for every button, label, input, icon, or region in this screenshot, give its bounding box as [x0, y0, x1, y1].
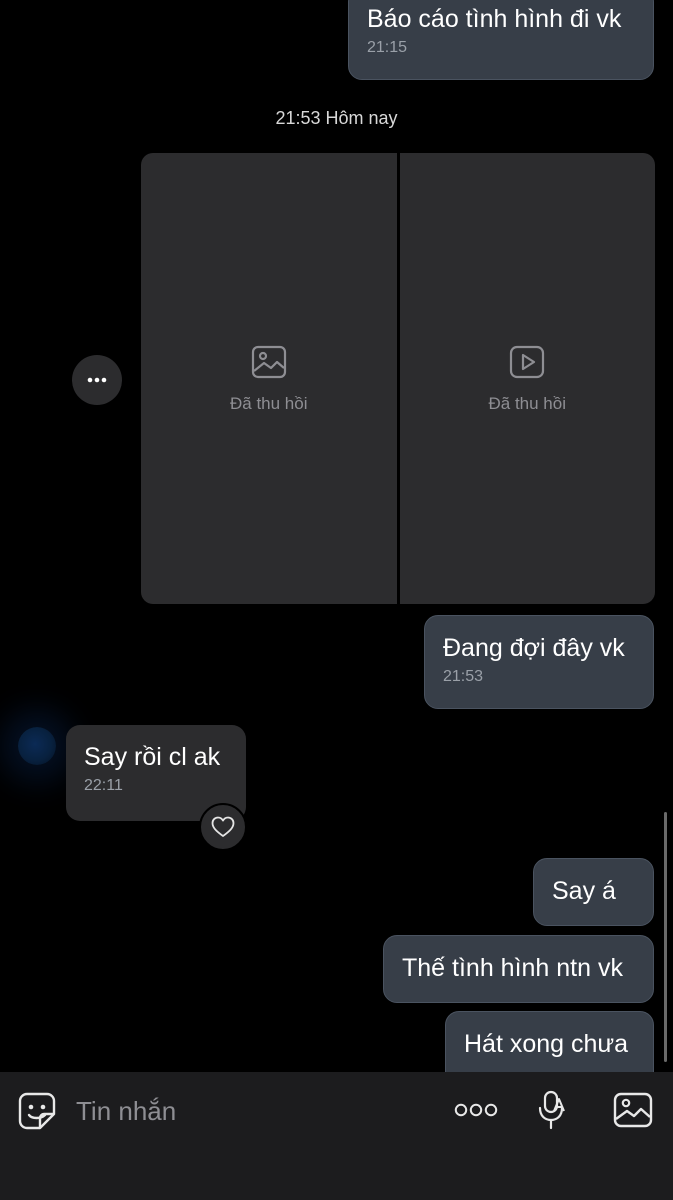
message-text: Đang đợi đây vk [443, 634, 625, 662]
sticker-icon [18, 1092, 56, 1130]
gallery-icon [613, 1092, 653, 1128]
sticker-button[interactable] [17, 1091, 57, 1131]
ellipsis-icon [87, 377, 107, 383]
message-bubble-outgoing[interactable]: Báo cáo tình hình đi vk 21:15 [348, 0, 654, 80]
image-icon [251, 345, 286, 378]
voice-mic-icon [538, 1090, 565, 1130]
message-time: 21:15 [367, 39, 408, 56]
recalled-label: Đã thu hồi [230, 393, 308, 413]
message-bubble-outgoing[interactable]: Say á [533, 858, 654, 926]
message-bubble-outgoing[interactable]: Thế tình hình ntn vk [383, 935, 654, 1003]
message-text: Say rồi cl ak [84, 743, 221, 771]
chat-area[interactable]: Báo cáo tình hình đi vk 21:15 21:53 Hôm … [0, 0, 673, 1072]
recalled-media-group[interactable]: Đã thu hồi Đã thu hồi [141, 153, 655, 604]
contact-avatar[interactable] [18, 727, 56, 765]
message-text: Báo cáo tình hình đi vk [367, 5, 622, 33]
message-composer [0, 1072, 673, 1200]
scrollbar[interactable] [664, 812, 667, 1062]
recalled-video[interactable]: Đã thu hồi [399, 153, 655, 604]
message-time: 22:11 [84, 777, 123, 794]
recalled-label: Đã thu hồi [488, 393, 567, 413]
message-text: Say á [552, 877, 616, 905]
voice-button[interactable] [534, 1088, 570, 1132]
message-text: Thế tình hình ntn vk [402, 954, 623, 982]
more-actions-button[interactable] [453, 1094, 499, 1126]
recalled-image[interactable]: Đã thu hồi [141, 153, 397, 604]
message-time: 21:53 [443, 668, 484, 685]
message-input[interactable] [74, 1090, 418, 1132]
gallery-button[interactable] [612, 1090, 654, 1130]
more-options-icon [454, 1103, 498, 1117]
message-bubble-outgoing[interactable]: Đang đợi đây vk 21:53 [424, 615, 654, 709]
more-options-button[interactable] [72, 355, 122, 405]
heart-icon [211, 816, 235, 837]
date-separator: 21:53 Hôm nay [275, 108, 398, 128]
react-heart-button[interactable] [199, 803, 247, 851]
message-bubble-outgoing[interactable]: Hát xong chưa [445, 1011, 654, 1072]
message-text: Hát xong chưa [464, 1030, 629, 1058]
video-play-icon [510, 345, 545, 378]
